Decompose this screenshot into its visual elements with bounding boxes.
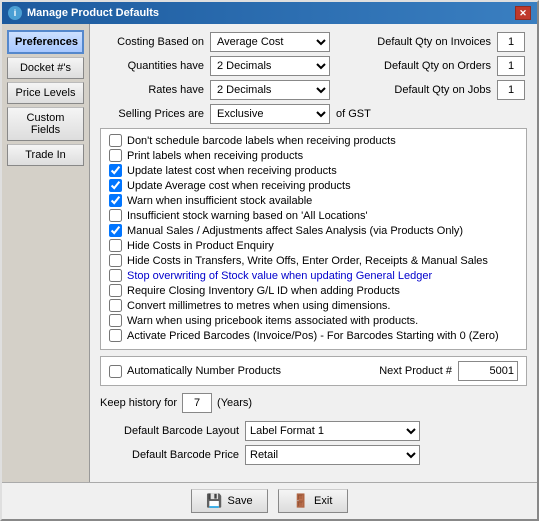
selling-select[interactable]: Exclusive Inclusive [210,104,330,124]
main-content: Costing Based on Average Cost Last Cost … [90,24,537,482]
cb5-checkbox[interactable] [109,194,122,207]
qty-invoices-label: Default Qty on Invoices [342,36,497,48]
rates-label: Rates have [100,84,210,96]
cb11-checkbox[interactable] [109,284,122,297]
exit-button[interactable]: 🚪 Exit [278,489,348,513]
footer: 💾 Save 🚪 Exit [2,482,537,519]
cb5-label: Warn when insufficient stock available [127,195,312,207]
cb8-checkbox[interactable] [109,239,122,252]
checkbox-row-7: Manual Sales / Adjustments affect Sales … [109,224,518,237]
manage-product-defaults-window: i Manage Product Defaults ✕ Preferences … [0,0,539,521]
next-product-input[interactable] [458,361,518,381]
cb14-label: Activate Priced Barcodes (Invoice/Pos) -… [127,330,499,342]
qty-jobs-label: Default Qty on Jobs [342,84,497,96]
cb12-checkbox[interactable] [109,299,122,312]
qty-jobs-input[interactable] [497,80,525,100]
cb9-checkbox[interactable] [109,254,122,267]
cb3-checkbox[interactable] [109,164,122,177]
barcode-price-label: Default Barcode Price [100,449,245,461]
cb6-label: Insufficient stock warning based on 'All… [127,210,368,222]
next-product-label: Next Product # [379,365,452,377]
exit-icon: 🚪 [293,493,309,509]
costing-row: Costing Based on Average Cost Last Cost … [100,32,527,52]
history-label: Keep history for [100,397,177,409]
cb12-label: Convert millimetres to metres when using… [127,300,391,312]
save-label: Save [228,495,253,507]
sidebar-item-docket[interactable]: Docket #'s [7,57,84,79]
auto-number-row: Automatically Number Products Next Produ… [100,356,527,386]
checkbox-row-10: Stop overwriting of Stock value when upd… [109,269,518,282]
checkboxes-section: Don't schedule barcode labels when recei… [100,128,527,350]
window-title: Manage Product Defaults [27,7,159,19]
cb4-label: Update Average cost when receiving produ… [127,180,351,192]
quantities-row: Quantities have 2 Decimals 0 Decimals 3 … [100,56,527,76]
cb1-label: Don't schedule barcode labels when recei… [127,135,396,147]
checkbox-row-5: Warn when insufficient stock available [109,194,518,207]
barcode-layout-row: Default Barcode Layout Label Format 1 La… [100,421,527,441]
barcode-layout-select[interactable]: Label Format 1 Label Format 2 None [245,421,420,441]
checkbox-row-9: Hide Costs in Transfers, Write Offs, Ent… [109,254,518,267]
save-icon: 💾 [206,493,222,509]
barcode-price-row: Default Barcode Price Retail Wholesale C… [100,445,527,465]
cb3-label: Update latest cost when receiving produc… [127,165,337,177]
title-bar-left: i Manage Product Defaults [8,6,159,20]
cb4-checkbox[interactable] [109,179,122,192]
checkbox-row-8: Hide Costs in Product Enquiry [109,239,518,252]
quantities-select[interactable]: 2 Decimals 0 Decimals 3 Decimals [210,56,330,76]
rates-select[interactable]: 2 Decimals 0 Decimals 3 Decimals [210,80,330,100]
window-icon: i [8,6,22,20]
barcode-layout-label: Default Barcode Layout [100,425,245,437]
cb14-checkbox[interactable] [109,329,122,342]
auto-number-checkbox[interactable] [109,365,122,378]
gst-label: of GST [336,108,371,120]
cb10-checkbox[interactable] [109,269,122,282]
checkbox-row-1: Don't schedule barcode labels when recei… [109,134,518,147]
cb7-checkbox[interactable] [109,224,122,237]
history-unit-label: (Years) [217,397,252,409]
rates-row: Rates have 2 Decimals 0 Decimals 3 Decim… [100,80,527,100]
selling-row: Selling Prices are Exclusive Inclusive o… [100,104,527,124]
checkbox-row-11: Require Closing Inventory G/L ID when ad… [109,284,518,297]
checkbox-row-6: Insufficient stock warning based on 'All… [109,209,518,222]
barcode-price-select[interactable]: Retail Wholesale Cost [245,445,420,465]
costing-select[interactable]: Average Cost Last Cost Standard Cost [210,32,330,52]
selling-label: Selling Prices are [100,108,210,120]
window-body: Preferences Docket #'s Price Levels Cust… [2,24,537,482]
exit-label: Exit [314,495,332,507]
cb6-checkbox[interactable] [109,209,122,222]
cb7-label: Manual Sales / Adjustments affect Sales … [127,225,463,237]
cb13-label: Warn when using pricebook items associat… [127,315,418,327]
cb1-checkbox[interactable] [109,134,122,147]
cb8-label: Hide Costs in Product Enquiry [127,240,274,252]
sidebar: Preferences Docket #'s Price Levels Cust… [2,24,90,482]
checkbox-row-12: Convert millimetres to metres when using… [109,299,518,312]
cb10-label: Stop overwriting of Stock value when upd… [127,270,432,282]
history-row: Keep history for (Years) [100,391,527,415]
cb2-checkbox[interactable] [109,149,122,162]
qty-invoices-input[interactable] [497,32,525,52]
checkbox-row-13: Warn when using pricebook items associat… [109,314,518,327]
sidebar-item-preferences[interactable]: Preferences [7,30,84,54]
auto-number-label: Automatically Number Products [127,365,281,377]
history-input[interactable] [182,393,212,413]
sidebar-item-price-levels[interactable]: Price Levels [7,82,84,104]
checkbox-row-2: Print labels when receiving products [109,149,518,162]
qty-orders-input[interactable] [497,56,525,76]
save-button[interactable]: 💾 Save [191,489,267,513]
checkbox-row-3: Update latest cost when receiving produc… [109,164,518,177]
title-bar: i Manage Product Defaults ✕ [2,2,537,24]
cb11-label: Require Closing Inventory G/L ID when ad… [127,285,400,297]
qty-orders-label: Default Qty on Orders [342,60,497,72]
checkbox-row-14: Activate Priced Barcodes (Invoice/Pos) -… [109,329,518,342]
quantities-label: Quantities have [100,60,210,72]
checkbox-row-4: Update Average cost when receiving produ… [109,179,518,192]
cb2-label: Print labels when receiving products [127,150,303,162]
cb13-checkbox[interactable] [109,314,122,327]
costing-label: Costing Based on [100,36,210,48]
close-button[interactable]: ✕ [515,6,531,20]
sidebar-item-custom-fields[interactable]: Custom Fields [7,107,84,141]
cb9-label: Hide Costs in Transfers, Write Offs, Ent… [127,255,488,267]
sidebar-item-trade-in[interactable]: Trade In [7,144,84,166]
